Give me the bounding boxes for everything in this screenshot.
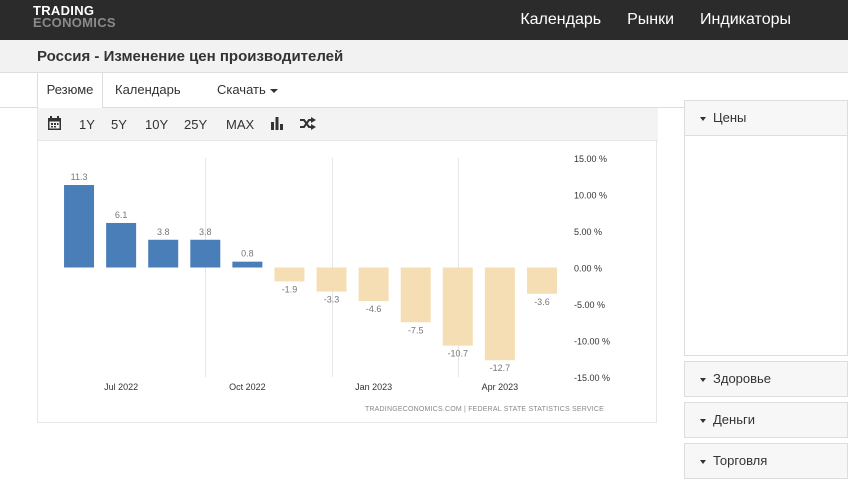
triangle-down-icon bbox=[700, 460, 706, 464]
chart-bar bbox=[316, 267, 347, 292]
calendar-icon[interactable] bbox=[48, 116, 61, 133]
chart-bar bbox=[442, 267, 473, 346]
nav-markets[interactable]: Рынки bbox=[627, 11, 674, 29]
tab-summary[interactable]: Резюме bbox=[37, 73, 103, 109]
sidebar-item-trade[interactable]: Торговля bbox=[684, 443, 848, 479]
y-tick-label: 10.00 % bbox=[574, 191, 607, 201]
chart-bar bbox=[148, 239, 179, 268]
bar-value-label: -12.7 bbox=[490, 363, 511, 373]
x-tick-label: Apr 2023 bbox=[482, 382, 519, 392]
sidebar-item-prices[interactable]: Цены bbox=[684, 100, 848, 136]
nav-calendar[interactable]: Календарь bbox=[520, 11, 601, 29]
triangle-down-icon bbox=[700, 378, 706, 382]
x-tick-label: Jan 2023 bbox=[355, 382, 392, 392]
bar-value-label: 3.8 bbox=[199, 227, 212, 237]
shuffle-icon[interactable] bbox=[300, 117, 316, 133]
caret-down-icon bbox=[269, 88, 278, 93]
tab-calendar[interactable]: Календарь bbox=[115, 73, 181, 108]
chart-bar bbox=[358, 267, 389, 302]
title-bar: Россия - Изменение цен производителей bbox=[0, 40, 848, 73]
sidebar-item-health[interactable]: Здоровье bbox=[684, 361, 848, 397]
bar-value-label: -4.6 bbox=[366, 304, 382, 314]
y-tick-label: 5.00 % bbox=[574, 227, 602, 237]
triangle-down-icon bbox=[700, 419, 706, 423]
tab-download-label: Скачать bbox=[217, 82, 266, 97]
chart-toolbar: 1Y 5Y 10Y 25Y MAX bbox=[38, 108, 658, 141]
top-nav: Календарь Рынки Индикаторы bbox=[494, 0, 791, 40]
range-5y[interactable]: 5Y bbox=[111, 117, 127, 132]
bar-chart-icon[interactable] bbox=[271, 117, 283, 133]
nav-indicators[interactable]: Индикаторы bbox=[700, 11, 791, 29]
sidebar-item-health-label: Здоровье bbox=[713, 371, 772, 386]
x-tick-label: Oct 2022 bbox=[229, 382, 266, 392]
chart-bar bbox=[526, 267, 557, 294]
sidebar-money: Деньги bbox=[684, 402, 848, 438]
bar-value-label: -10.7 bbox=[448, 349, 469, 359]
sidebar-health: Здоровье bbox=[684, 361, 848, 397]
bar-value-label: -7.5 bbox=[408, 325, 424, 335]
bar-value-label: -1.9 bbox=[282, 284, 298, 294]
logo[interactable]: TRADING ECONOMICS bbox=[33, 4, 116, 30]
chart-bar bbox=[274, 267, 305, 282]
range-25y[interactable]: 25Y bbox=[184, 117, 207, 132]
y-tick-label: -5.00 % bbox=[574, 300, 605, 310]
chart-bar bbox=[190, 239, 221, 268]
sidebar-trade: Торговля bbox=[684, 443, 848, 479]
logo-line2: ECONOMICS bbox=[33, 15, 116, 30]
chart-panel: 1Y 5Y 10Y 25Y MAX 15.00 % 10.00 % 5.00 % 0.… bbox=[37, 108, 658, 423]
chart-bar bbox=[484, 267, 515, 361]
tab-download[interactable]: Скачать bbox=[217, 73, 278, 108]
sidebar-prices: Цены bbox=[684, 100, 848, 356]
y-tick-label: 0.00 % bbox=[574, 264, 602, 274]
bar-value-label: 11.3 bbox=[71, 172, 88, 182]
bar-value-label: 0.8 bbox=[241, 249, 254, 259]
sidebar-item-money-label: Деньги bbox=[713, 412, 755, 427]
chart-source: TRADINGECONOMICS.COM | FEDERAL STATE STA… bbox=[365, 406, 604, 413]
chart-plot: 15.00 % 10.00 % 5.00 % 0.00 % -5.00 % -10.00 … bbox=[64, 154, 610, 413]
y-tick-label: 15.00 % bbox=[574, 154, 607, 164]
top-bar: TRADING ECONOMICS Календарь Рынки Индика… bbox=[0, 0, 848, 40]
y-tick-label: -10.00 % bbox=[574, 337, 610, 347]
sidebar-item-money[interactable]: Деньги bbox=[684, 402, 848, 438]
range-10y[interactable]: 10Y bbox=[145, 117, 168, 132]
tab-summary-label: Резюме bbox=[46, 82, 94, 97]
sidebar-prices-body bbox=[684, 136, 848, 356]
sidebar-item-prices-label: Цены bbox=[713, 110, 747, 125]
triangle-down-icon bbox=[700, 117, 706, 121]
chart-bar bbox=[64, 185, 95, 268]
chart-bar bbox=[400, 267, 431, 323]
y-tick-label: -15.00 % bbox=[574, 373, 610, 383]
x-tick-label: Jul 2022 bbox=[104, 382, 138, 392]
tab-calendar-label: Календарь bbox=[115, 82, 181, 97]
sidebar-item-trade-label: Торговля bbox=[713, 453, 768, 468]
range-1y[interactable]: 1Y bbox=[79, 117, 95, 132]
bar-value-label: 3.8 bbox=[157, 227, 170, 237]
range-max[interactable]: MAX bbox=[226, 117, 254, 132]
chart-bar bbox=[232, 261, 263, 268]
bar-value-label: -3.3 bbox=[324, 295, 340, 305]
bar-value-label: 6.1 bbox=[115, 210, 128, 220]
page-title: Россия - Изменение цен производителей bbox=[37, 48, 344, 65]
bar-value-label: -3.6 bbox=[534, 297, 550, 307]
chart-bar bbox=[106, 222, 137, 268]
